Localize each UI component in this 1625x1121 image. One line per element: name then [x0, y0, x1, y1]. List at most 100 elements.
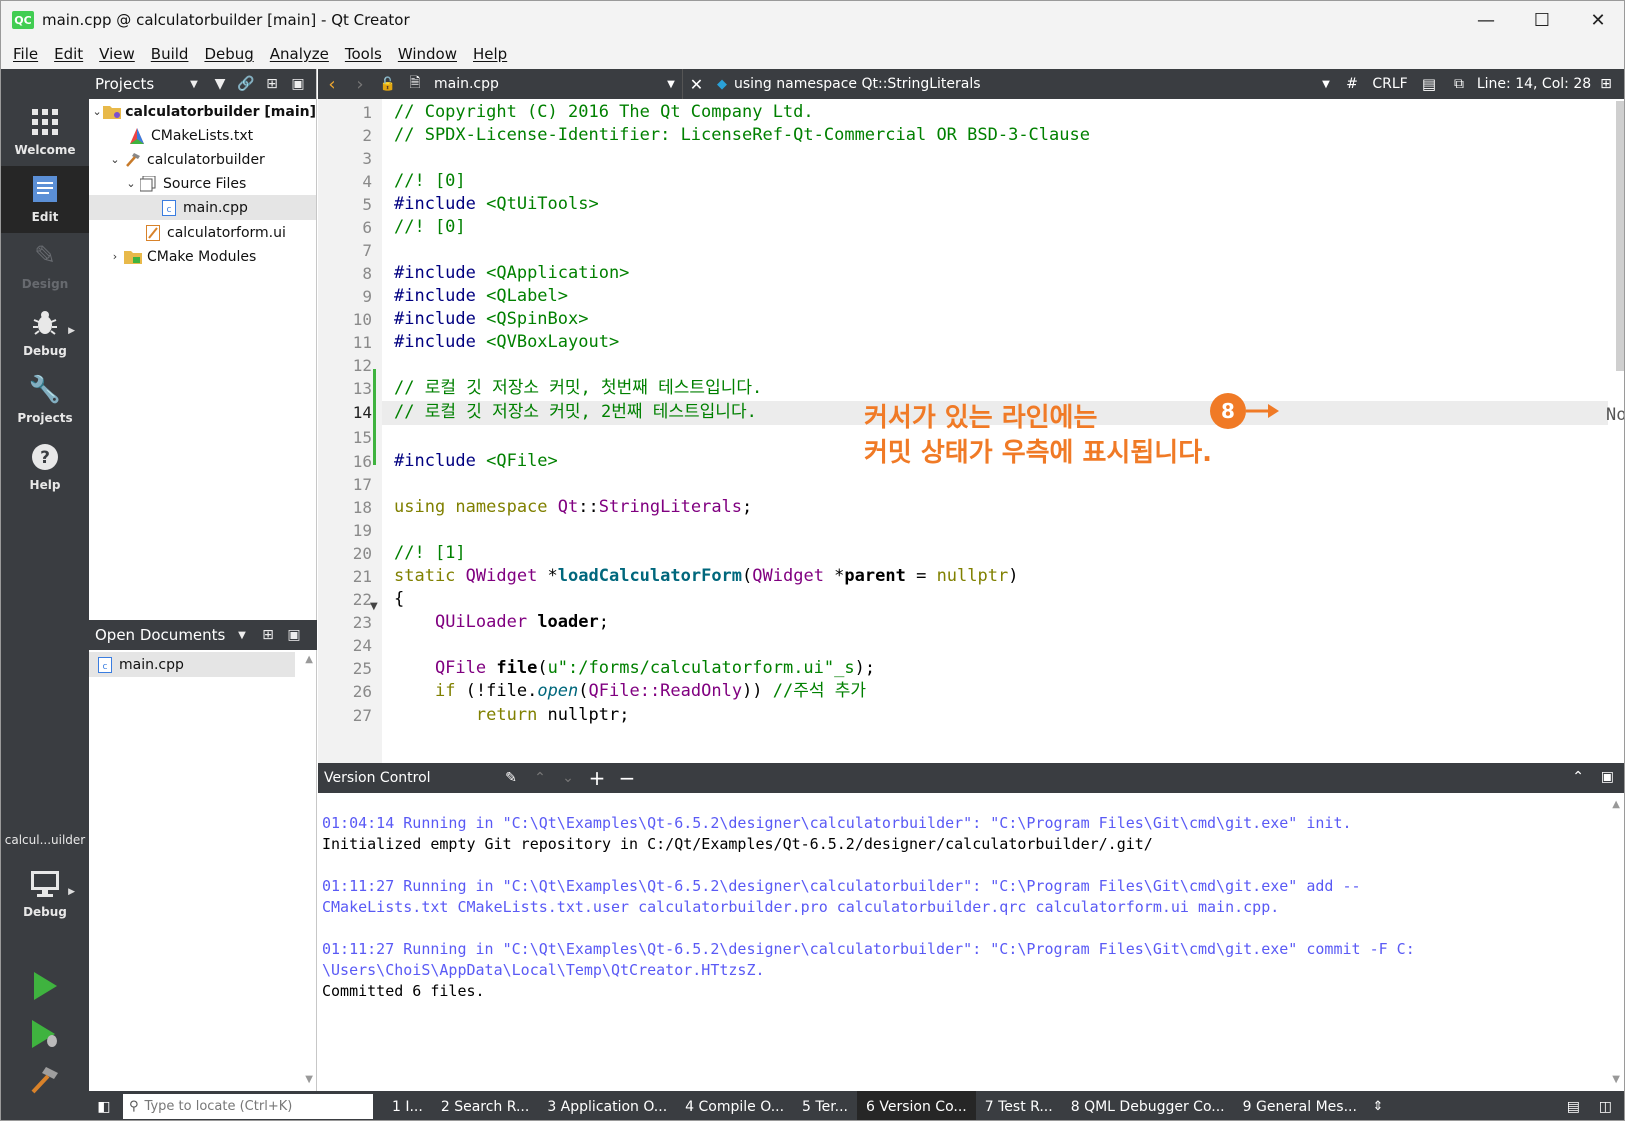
- tree-item-target[interactable]: ⌄ calculatorbuilder: [89, 147, 316, 172]
- mode-projects[interactable]: 🔧 Projects: [1, 367, 89, 434]
- zoom-out-icon[interactable]: −: [612, 766, 642, 790]
- clear-output-icon[interactable]: ✎: [496, 770, 526, 786]
- menu-view[interactable]: View: [91, 45, 143, 63]
- projects-toolbar: Projects ▼ ▼ 🔗 ⊞ ▣: [89, 69, 316, 99]
- kit-selector[interactable]: Debug ▶: [1, 861, 89, 928]
- output-line: 01:11:27 Running in "C:\Qt\Examples\Qt-6…: [322, 877, 1361, 895]
- next-icon[interactable]: ⌄: [554, 770, 582, 786]
- previous-icon[interactable]: ⌃: [526, 770, 554, 786]
- fold-arrow-icon[interactable]: ▼: [370, 601, 378, 612]
- mode-edit[interactable]: Edit: [1, 166, 89, 233]
- close-file-icon[interactable]: ✕: [682, 69, 710, 99]
- tree-item-main-cpp[interactable]: c main.cpp: [89, 195, 316, 220]
- code-line: #include <QtUiTools>: [394, 194, 599, 214]
- close-button[interactable]: ✕: [1570, 1, 1624, 39]
- symbol-selector[interactable]: using namespace Qt::StringLiterals: [734, 76, 1314, 92]
- cursor-position[interactable]: Line: 14, Col: 28: [1474, 69, 1594, 99]
- hash-indicator[interactable]: #: [1338, 69, 1366, 99]
- progress-details-icon[interactable]: ▤: [1567, 1099, 1580, 1115]
- source-folder-icon: [139, 175, 159, 193]
- split-icon[interactable]: ⊞: [255, 620, 281, 650]
- expanded-arrow-icon[interactable]: ⌄: [123, 177, 139, 190]
- zoom-in-icon[interactable]: +: [582, 766, 612, 790]
- debug-run-button[interactable]: [1, 1011, 89, 1057]
- tree-item-calculatorform-ui[interactable]: calculatorform.ui: [89, 220, 316, 245]
- annotation-line-2: 커밋 상태가 우측에 표시됩니다.: [864, 438, 1212, 468]
- outline-icon[interactable]: ▤: [1414, 69, 1444, 99]
- more-tabs-icon[interactable]: ⇕: [1366, 1099, 1390, 1114]
- scroll-down-icon[interactable]: ▼: [305, 1074, 313, 1085]
- encoding-icon[interactable]: ⧉: [1444, 69, 1474, 99]
- minimize-button[interactable]: —: [1458, 1, 1514, 39]
- dropdown-arrow-icon[interactable]: ▼: [660, 69, 682, 99]
- scroll-up-icon[interactable]: ▲: [1612, 799, 1620, 810]
- code-line: // 로컬 깃 저장소 커밋, 첫번째 테스트입니다.: [394, 378, 763, 398]
- annotation-line-1: 커서가 있는 라인에는: [864, 403, 1098, 433]
- editor-scrollbar-thumb[interactable]: [1616, 101, 1624, 371]
- forward-arrow-icon[interactable]: ›: [346, 69, 374, 99]
- output-tab-compile-output[interactable]: 4 Compile O...: [676, 1091, 793, 1120]
- close-panel-icon[interactable]: ▣: [1601, 769, 1614, 785]
- build-button[interactable]: [1, 1057, 89, 1103]
- back-arrow-icon[interactable]: ‹: [318, 69, 346, 99]
- link-icon[interactable]: 🔗: [233, 69, 259, 99]
- maximize-panel-icon[interactable]: ⌃: [1572, 769, 1584, 785]
- mode-edit-label: Edit: [31, 210, 59, 224]
- mode-debug[interactable]: Debug ▶: [1, 300, 89, 367]
- split-icon[interactable]: ⊞: [259, 69, 285, 99]
- output-tab-issues[interactable]: 1 I...: [383, 1091, 432, 1120]
- mode-welcome[interactable]: Welcome: [1, 99, 89, 166]
- menu-build[interactable]: Build: [143, 45, 197, 63]
- menu-edit[interactable]: Edit: [46, 45, 91, 63]
- tree-item-cmakelists[interactable]: CMakeLists.txt: [89, 123, 316, 148]
- output-tab-test-results[interactable]: 7 Test R...: [976, 1091, 1062, 1120]
- open-documents-view-selector[interactable]: Open Documents: [89, 626, 229, 644]
- close-panel-icon[interactable]: ▣: [285, 69, 311, 99]
- output-tab-application-output[interactable]: 3 Application O...: [538, 1091, 676, 1120]
- scroll-up-icon[interactable]: ▲: [305, 654, 313, 665]
- split-editor-icon[interactable]: ⊞: [1594, 69, 1618, 99]
- menu-debug[interactable]: Debug: [196, 45, 261, 63]
- file-selector[interactable]: main.cpp: [428, 76, 660, 92]
- locator-placeholder: Type to locate (Ctrl+K): [144, 1099, 293, 1114]
- output-tab-general-messages[interactable]: 9 General Mes...: [1234, 1091, 1366, 1120]
- mode-help[interactable]: ? Help: [1, 434, 89, 501]
- kit-selector-name[interactable]: calcul...uilder: [1, 833, 89, 847]
- dropdown-arrow-icon[interactable]: ▼: [181, 69, 207, 99]
- mode-design[interactable]: ✎ Design: [1, 233, 89, 300]
- open-document-main-cpp[interactable]: c main.cpp: [89, 652, 295, 677]
- locator-input[interactable]: ⚲ Type to locate (Ctrl+K): [123, 1094, 373, 1119]
- output-tab-terminal[interactable]: 5 Ter...: [793, 1091, 857, 1120]
- changed-lines-marker: [373, 369, 376, 465]
- tree-item-project-root[interactable]: ⌄ calculatorbuilder [main]: [89, 99, 316, 124]
- filter-icon[interactable]: ▼: [207, 69, 233, 99]
- output-tab-version-control[interactable]: 6 Version Co...: [857, 1091, 976, 1120]
- close-panel-icon[interactable]: ▣: [281, 620, 307, 650]
- svg-text:c: c: [167, 205, 172, 215]
- dropdown-arrow-icon[interactable]: ▼: [1314, 69, 1338, 99]
- collapsed-arrow-icon[interactable]: ›: [107, 250, 123, 263]
- run-button[interactable]: [1, 963, 89, 1009]
- toggle-right-sidebar-icon[interactable]: ◫: [1599, 1099, 1612, 1115]
- menu-file[interactable]: File: [5, 45, 46, 63]
- modules-folder-icon: [123, 248, 143, 266]
- projects-view-selector[interactable]: Projects: [89, 75, 181, 93]
- tree-item-source-files[interactable]: ⌄ Source Files: [89, 171, 316, 196]
- output-tab-qml-debugger-console[interactable]: 8 QML Debugger Co...: [1062, 1091, 1234, 1120]
- menu-window[interactable]: Window: [390, 45, 465, 63]
- line-ending-selector[interactable]: CRLF: [1366, 69, 1414, 99]
- qt-creator-window: QC main.cpp @ calculatorbuilder [main] -…: [0, 0, 1625, 1121]
- menu-tools[interactable]: Tools: [337, 45, 390, 63]
- output-tab-search-results[interactable]: 2 Search R...: [432, 1091, 538, 1120]
- menu-analyze[interactable]: Analyze: [262, 45, 337, 63]
- expanded-arrow-icon[interactable]: ⌄: [91, 105, 103, 118]
- file-icon: 🗎: [409, 75, 421, 91]
- tree-item-cmake-modules[interactable]: › CMake Modules: [89, 244, 316, 269]
- line-number: 9: [362, 287, 372, 306]
- toggle-sidebar-icon[interactable]: ◧: [89, 1099, 119, 1115]
- maximize-button[interactable]: ☐: [1514, 1, 1570, 39]
- scroll-down-icon[interactable]: ▼: [1612, 1074, 1620, 1085]
- menu-help[interactable]: Help: [465, 45, 515, 63]
- dropdown-arrow-icon[interactable]: ▼: [229, 620, 255, 650]
- expanded-arrow-icon[interactable]: ⌄: [107, 153, 123, 166]
